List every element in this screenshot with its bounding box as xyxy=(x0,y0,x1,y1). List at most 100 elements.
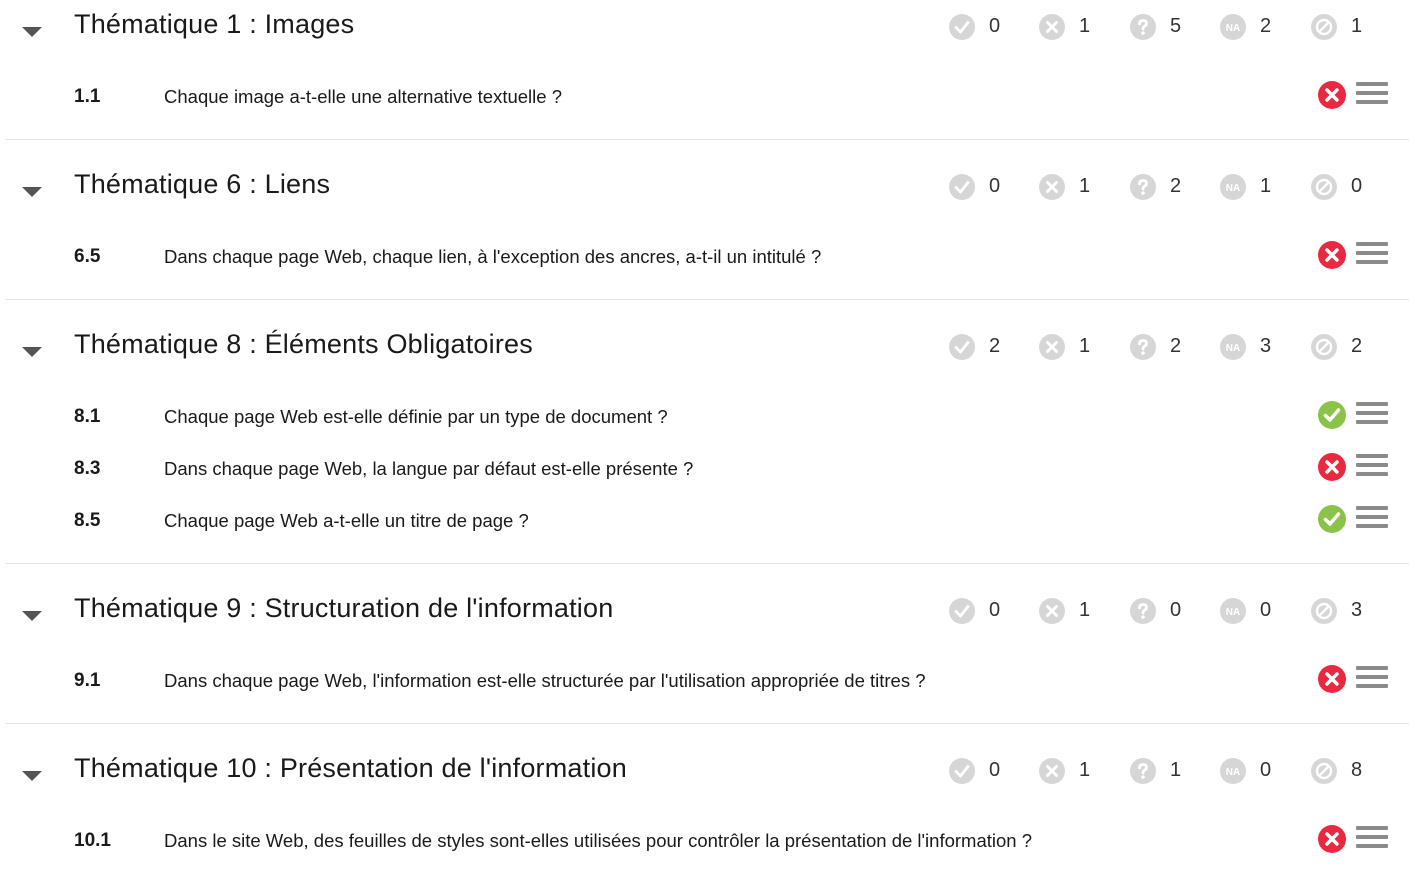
cross-circle-icon xyxy=(1039,598,1065,624)
svg-text:NA: NA xyxy=(1226,607,1240,618)
cross-circle-icon xyxy=(1039,174,1065,200)
count-value: 2 xyxy=(989,335,1001,357)
theme-title: Thématique 6 : Liens xyxy=(74,169,331,199)
svg-text:NA: NA xyxy=(1226,767,1240,778)
theme-header: Thématique 10 : Présentation de l'inform… xyxy=(0,744,1415,804)
count-failed: 1 xyxy=(1038,757,1108,787)
count-pretest: 1 xyxy=(1129,757,1199,787)
count-not-applicable: NA 0 xyxy=(1219,757,1289,787)
count-pretest: 2 xyxy=(1129,173,1199,203)
criterion-number: 8.1 xyxy=(74,406,101,427)
question-circle-icon xyxy=(1130,758,1156,784)
count-failed: 1 xyxy=(1038,333,1108,363)
failed-status-icon[interactable] xyxy=(1317,80,1347,110)
count-value: 0 xyxy=(1351,175,1363,197)
check-circle-icon xyxy=(949,334,975,360)
failed-status-icon[interactable] xyxy=(1317,240,1347,270)
menu-icon[interactable] xyxy=(1356,506,1388,532)
count-value: 2 xyxy=(1351,335,1363,357)
cross-circle-icon xyxy=(1039,758,1065,784)
check-circle-icon xyxy=(949,14,975,40)
count-value: 2 xyxy=(1260,15,1272,37)
section-divider xyxy=(6,299,1409,300)
menu-icon[interactable] xyxy=(1356,454,1388,480)
menu-icon[interactable] xyxy=(1356,242,1388,268)
count-pretest: 5 xyxy=(1129,13,1199,43)
count-value: 1 xyxy=(1260,175,1272,197)
count-passed: 0 xyxy=(948,13,1018,43)
criterion-number: 8.5 xyxy=(74,510,101,531)
count-failed: 1 xyxy=(1038,597,1108,627)
count-pretest: 2 xyxy=(1129,333,1199,363)
theme-header: Thématique 6 : Liens 0 1 2 NA 1 0 xyxy=(0,160,1415,220)
failed-status-icon[interactable] xyxy=(1317,664,1347,694)
theme-header: Thématique 8 : Éléments Obligatoires 2 1 2 N… xyxy=(0,320,1415,380)
na-circle-icon: NA xyxy=(1220,758,1246,784)
passed-status-icon[interactable] xyxy=(1317,400,1347,430)
check-circle-icon xyxy=(949,598,975,624)
svg-text:NA: NA xyxy=(1226,183,1240,194)
count-pretest: 0 xyxy=(1129,597,1199,627)
collapse-toggle-icon[interactable] xyxy=(22,347,42,357)
count-value: 0 xyxy=(1170,599,1182,621)
audit-results-page: Thématique 1 : Images 0 1 5 NA 2 1 1.1 Chaque im… xyxy=(0,0,1415,877)
count-value: 1 xyxy=(1079,335,1091,357)
failed-status-icon[interactable] xyxy=(1317,452,1347,482)
criterion-row: 8.1 Chaque page Web est-elle définie par … xyxy=(0,392,1415,444)
count-value: 3 xyxy=(1351,599,1363,621)
menu-icon[interactable] xyxy=(1356,666,1388,692)
count-failed: 1 xyxy=(1038,173,1108,203)
theme-header: Thématique 1 : Images 0 1 5 NA 2 1 xyxy=(0,0,1415,60)
collapse-toggle-icon[interactable] xyxy=(22,771,42,781)
collapse-toggle-icon[interactable] xyxy=(22,187,42,197)
count-not-tested: 0 xyxy=(1310,173,1380,203)
count-value: 2 xyxy=(1170,175,1182,197)
criterion-number: 6.5 xyxy=(74,246,101,267)
theme-header: Thématique 9 : Structuration de l'inform… xyxy=(0,584,1415,644)
count-value: 0 xyxy=(1260,759,1272,781)
count-not-applicable: NA 3 xyxy=(1219,333,1289,363)
not-tested-circle-icon xyxy=(1311,14,1337,40)
cross-circle-icon xyxy=(1039,334,1065,360)
count-value: 0 xyxy=(989,15,1001,37)
criterion-text: Dans chaque page Web, la langue par défa… xyxy=(164,458,694,479)
passed-status-icon[interactable] xyxy=(1317,504,1347,534)
criterion-number: 9.1 xyxy=(74,670,101,691)
menu-icon[interactable] xyxy=(1356,82,1388,108)
criterion-text: Dans chaque page Web, l'information est-… xyxy=(164,670,926,691)
count-value: 8 xyxy=(1351,759,1363,781)
count-value: 0 xyxy=(1260,599,1272,621)
menu-icon[interactable] xyxy=(1356,402,1388,428)
count-not-applicable: NA 0 xyxy=(1219,597,1289,627)
count-value: 3 xyxy=(1260,335,1272,357)
menu-icon[interactable] xyxy=(1356,826,1388,852)
count-not-tested: 1 xyxy=(1310,13,1380,43)
count-passed: 0 xyxy=(948,597,1018,627)
criterion-row: 6.5 Dans chaque page Web, chaque lien, à … xyxy=(0,232,1415,284)
collapse-toggle-icon[interactable] xyxy=(22,27,42,37)
criterion-row: 8.5 Chaque page Web a-t-elle un titre de … xyxy=(0,496,1415,548)
count-value: 1 xyxy=(1079,759,1091,781)
criterion-number: 1.1 xyxy=(74,86,101,107)
criterion-row: 9.1 Dans chaque page Web, l'information e… xyxy=(0,656,1415,708)
failed-status-icon[interactable] xyxy=(1317,824,1347,854)
count-value: 5 xyxy=(1170,15,1182,37)
count-passed: 0 xyxy=(948,173,1018,203)
cross-circle-icon xyxy=(1039,14,1065,40)
count-value: 1 xyxy=(1079,15,1091,37)
criterion-row: 1.1 Chaque image a-t-elle une alternative… xyxy=(0,72,1415,124)
question-circle-icon xyxy=(1130,598,1156,624)
question-circle-icon xyxy=(1130,14,1156,40)
criterion-number: 8.3 xyxy=(74,458,101,479)
theme-title: Thématique 10 : Présentation de l'inform… xyxy=(74,753,627,783)
section-divider xyxy=(6,563,1409,564)
na-circle-icon: NA xyxy=(1220,598,1246,624)
count-not-tested: 2 xyxy=(1310,333,1380,363)
criterion-text: Dans chaque page Web, chaque lien, à l'e… xyxy=(164,246,822,267)
criterion-text: Chaque page Web a-t-elle un titre de pag… xyxy=(164,510,529,531)
count-value: 2 xyxy=(1170,335,1182,357)
count-not-applicable: NA 2 xyxy=(1219,13,1289,43)
collapse-toggle-icon[interactable] xyxy=(22,611,42,621)
count-failed: 1 xyxy=(1038,13,1108,43)
criterion-row: 10.1 Dans le site Web, des feuilles de st… xyxy=(0,816,1415,868)
